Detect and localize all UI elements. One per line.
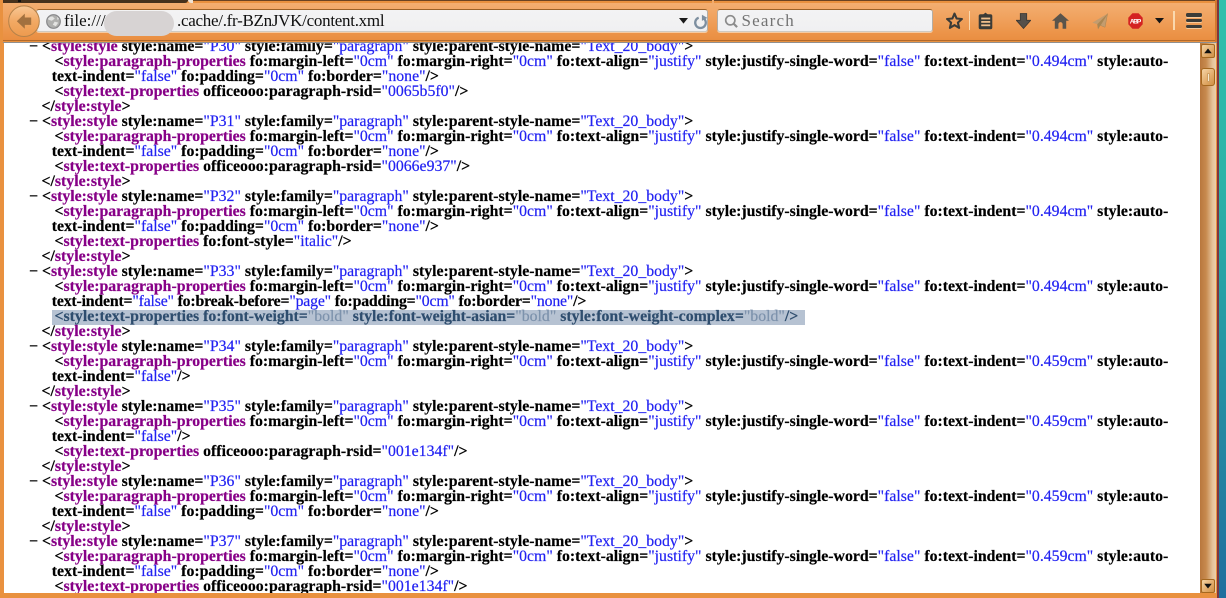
svg-text:ABP: ABP: [1130, 19, 1142, 26]
